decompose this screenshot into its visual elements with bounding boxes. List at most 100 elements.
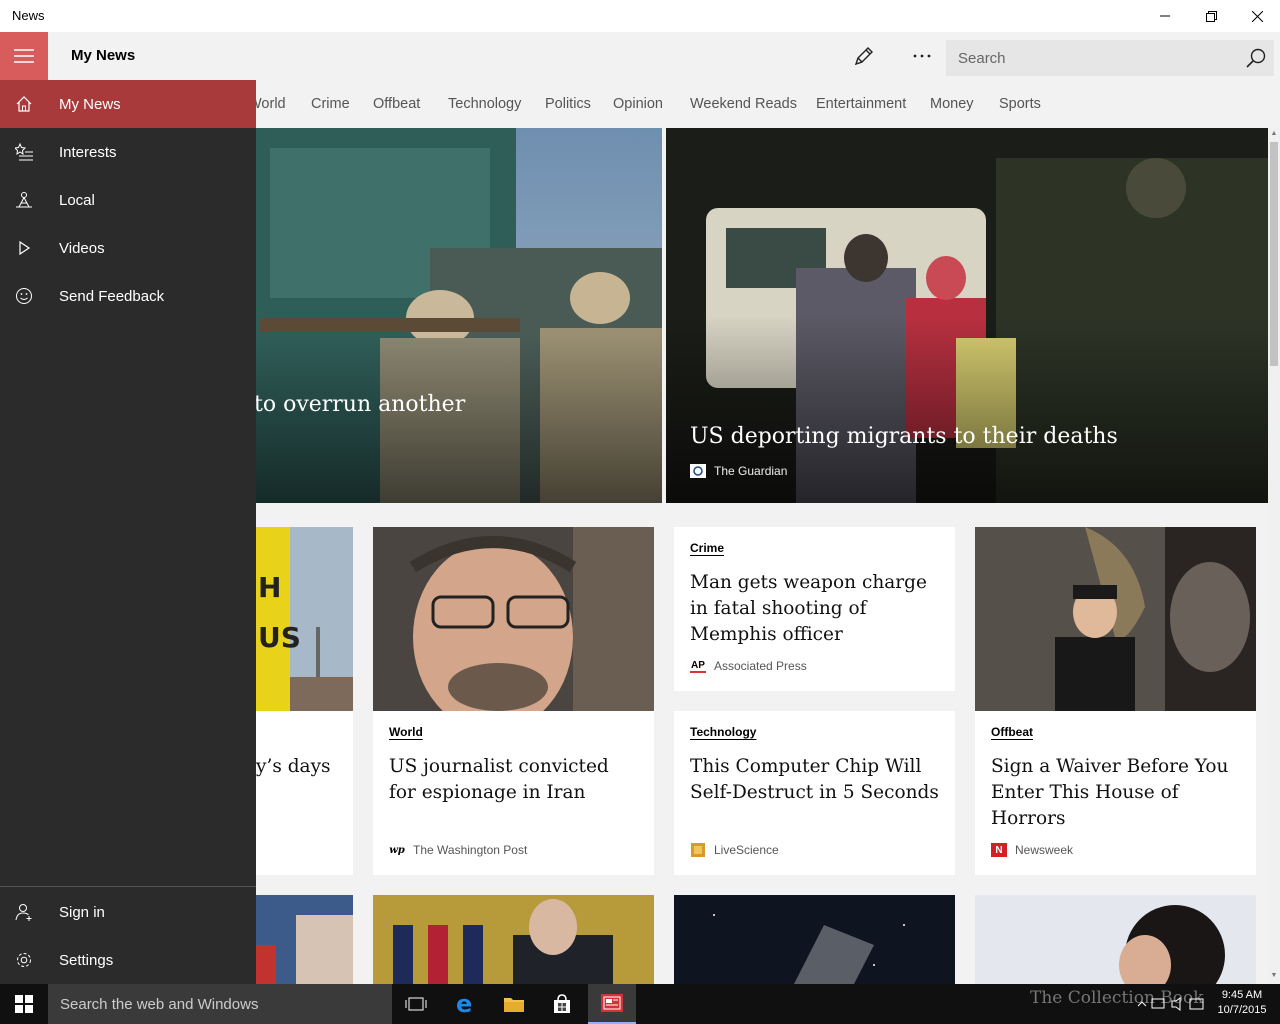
store-button[interactable]: [538, 984, 586, 1024]
card-image: [373, 527, 654, 711]
guardian-logo-icon: [690, 464, 706, 478]
clock-date: 10/7/2015: [1217, 1004, 1267, 1016]
news-card[interactable]: [674, 895, 955, 984]
task-view-button[interactable]: [392, 984, 440, 1024]
page-title: My News: [71, 47, 136, 64]
nav-item-sign-in[interactable]: Sign in: [0, 888, 256, 936]
vertical-scrollbar[interactable]: ▲ ▼: [1268, 128, 1280, 984]
search-button[interactable]: [1244, 46, 1268, 70]
tab-money[interactable]: Money: [930, 96, 974, 112]
nav-label: Settings: [59, 951, 114, 969]
search-input[interactable]: [946, 40, 1236, 76]
tab-weekend-reads[interactable]: Weekend Reads: [690, 96, 797, 112]
news-card[interactable]: Technology This Computer Chip Will Self-…: [674, 711, 955, 875]
tab-opinion[interactable]: Opinion: [613, 96, 663, 112]
system-tray-icons: [1137, 997, 1204, 1011]
hero-title: US deporting migrants to their deaths: [690, 424, 1118, 449]
news-card[interactable]: World US journalist convicted for espion…: [373, 527, 654, 875]
card-image: [674, 895, 955, 984]
source-name: LiveScience: [714, 843, 779, 857]
search-icon: [1246, 48, 1266, 68]
tab-politics[interactable]: Politics: [545, 96, 591, 112]
nav-label: Local: [59, 191, 95, 209]
clock-time: 9:45 AM: [1221, 989, 1263, 1001]
washington-post-logo-icon: wp: [389, 844, 405, 856]
minimize-button[interactable]: [1142, 0, 1188, 32]
folder-icon: [504, 998, 524, 1012]
nav-item-videos[interactable]: Videos: [0, 224, 256, 272]
source-name: Associated Press: [714, 659, 807, 673]
news-app-taskbar-button[interactable]: [588, 984, 636, 1024]
nav-divider: [0, 886, 256, 887]
restore-button[interactable]: [1188, 0, 1234, 32]
card-headline: This Computer Chip Will Self-Destruct in…: [690, 756, 939, 803]
news-card[interactable]: Offbeat Sign a Waiver Before You Enter T…: [975, 527, 1256, 875]
news-card[interactable]: H US y’s days: [256, 527, 353, 875]
svg-text:e: e: [456, 993, 472, 1015]
nav-item-my-news[interactable]: My News: [0, 80, 256, 128]
start-button[interactable]: [0, 984, 48, 1024]
tab-offbeat[interactable]: Offbeat: [373, 96, 420, 112]
star-list-icon: [0, 128, 48, 176]
store-icon: [554, 994, 570, 1013]
nav-item-send-feedback[interactable]: Send Feedback: [0, 272, 256, 320]
svg-text:H: H: [258, 571, 281, 604]
tray-icons: [1136, 984, 1206, 1024]
task-view-icon: [405, 997, 427, 1011]
card-category[interactable]: World: [389, 725, 423, 739]
scroll-thumb[interactable]: [1270, 142, 1278, 366]
smiley-icon: [0, 272, 48, 320]
news-card[interactable]: [975, 895, 1256, 984]
card-source: N Newsweek: [991, 843, 1073, 857]
card-category[interactable]: Offbeat: [991, 725, 1033, 739]
card-source: LiveScience: [690, 843, 779, 857]
news-card[interactable]: Crime Man gets weapon charge in fatal sh…: [674, 527, 955, 691]
nav-item-interests[interactable]: Interests: [0, 128, 256, 176]
minimize-icon: [1160, 15, 1170, 17]
more-options-button[interactable]: [904, 40, 940, 72]
news-card[interactable]: [373, 895, 654, 984]
tab-technology[interactable]: Technology: [448, 96, 521, 112]
nav-label: Videos: [59, 239, 105, 257]
source-name: Newsweek: [1015, 843, 1074, 857]
nav-label: My News: [59, 95, 121, 113]
nav-item-settings[interactable]: Settings: [0, 936, 256, 984]
nav-label: Interests: [59, 143, 117, 161]
file-explorer-button[interactable]: [490, 984, 538, 1024]
news-icon: [601, 994, 623, 1012]
clock[interactable]: 9:45 AM 10/7/2015: [1210, 988, 1274, 1018]
nav-label: Sign in: [59, 903, 105, 921]
ellipsis-icon: [913, 54, 931, 58]
local-icon: [0, 176, 48, 224]
card-image: H US: [256, 527, 353, 711]
close-button[interactable]: [1234, 0, 1280, 32]
navigation-pane: My News Interests Local Videos Send Feed…: [0, 80, 256, 984]
restore-icon: [1205, 10, 1217, 22]
scroll-up-arrow-icon[interactable]: ▲: [1270, 130, 1278, 138]
nav-item-local[interactable]: Local: [0, 176, 256, 224]
card-category[interactable]: Technology: [690, 725, 756, 739]
tab-crime[interactable]: Crime: [311, 96, 350, 112]
taskbar-search-box[interactable]: Search the web and Windows: [48, 984, 392, 1024]
hero-title: to overrun another: [254, 392, 466, 417]
card-headline: US journalist convicted for espionage in…: [389, 756, 609, 803]
hamburger-button[interactable]: [0, 32, 48, 80]
pencil-icon: [854, 47, 873, 66]
svg-text:US: US: [258, 621, 301, 654]
title-bar: News: [0, 0, 1280, 32]
card-headline: y’s days: [256, 756, 331, 777]
edit-button[interactable]: [846, 40, 882, 72]
edge-browser-button[interactable]: e: [442, 984, 490, 1024]
tab-entertainment[interactable]: Entertainment: [816, 96, 906, 112]
hero-story[interactable]: US deporting migrants to their deaths Th…: [666, 128, 1268, 503]
app-title: News: [12, 8, 45, 23]
card-image: [975, 527, 1256, 711]
news-card[interactable]: [256, 895, 353, 984]
card-source: wp The Washington Post: [389, 843, 527, 857]
source-name: The Guardian: [714, 464, 788, 478]
edge-icon: e: [456, 993, 472, 1015]
card-category[interactable]: Crime: [690, 541, 724, 555]
scroll-down-arrow-icon[interactable]: ▼: [1270, 972, 1278, 980]
tab-sports[interactable]: Sports: [999, 96, 1041, 112]
windows-logo-icon: [15, 995, 33, 1013]
